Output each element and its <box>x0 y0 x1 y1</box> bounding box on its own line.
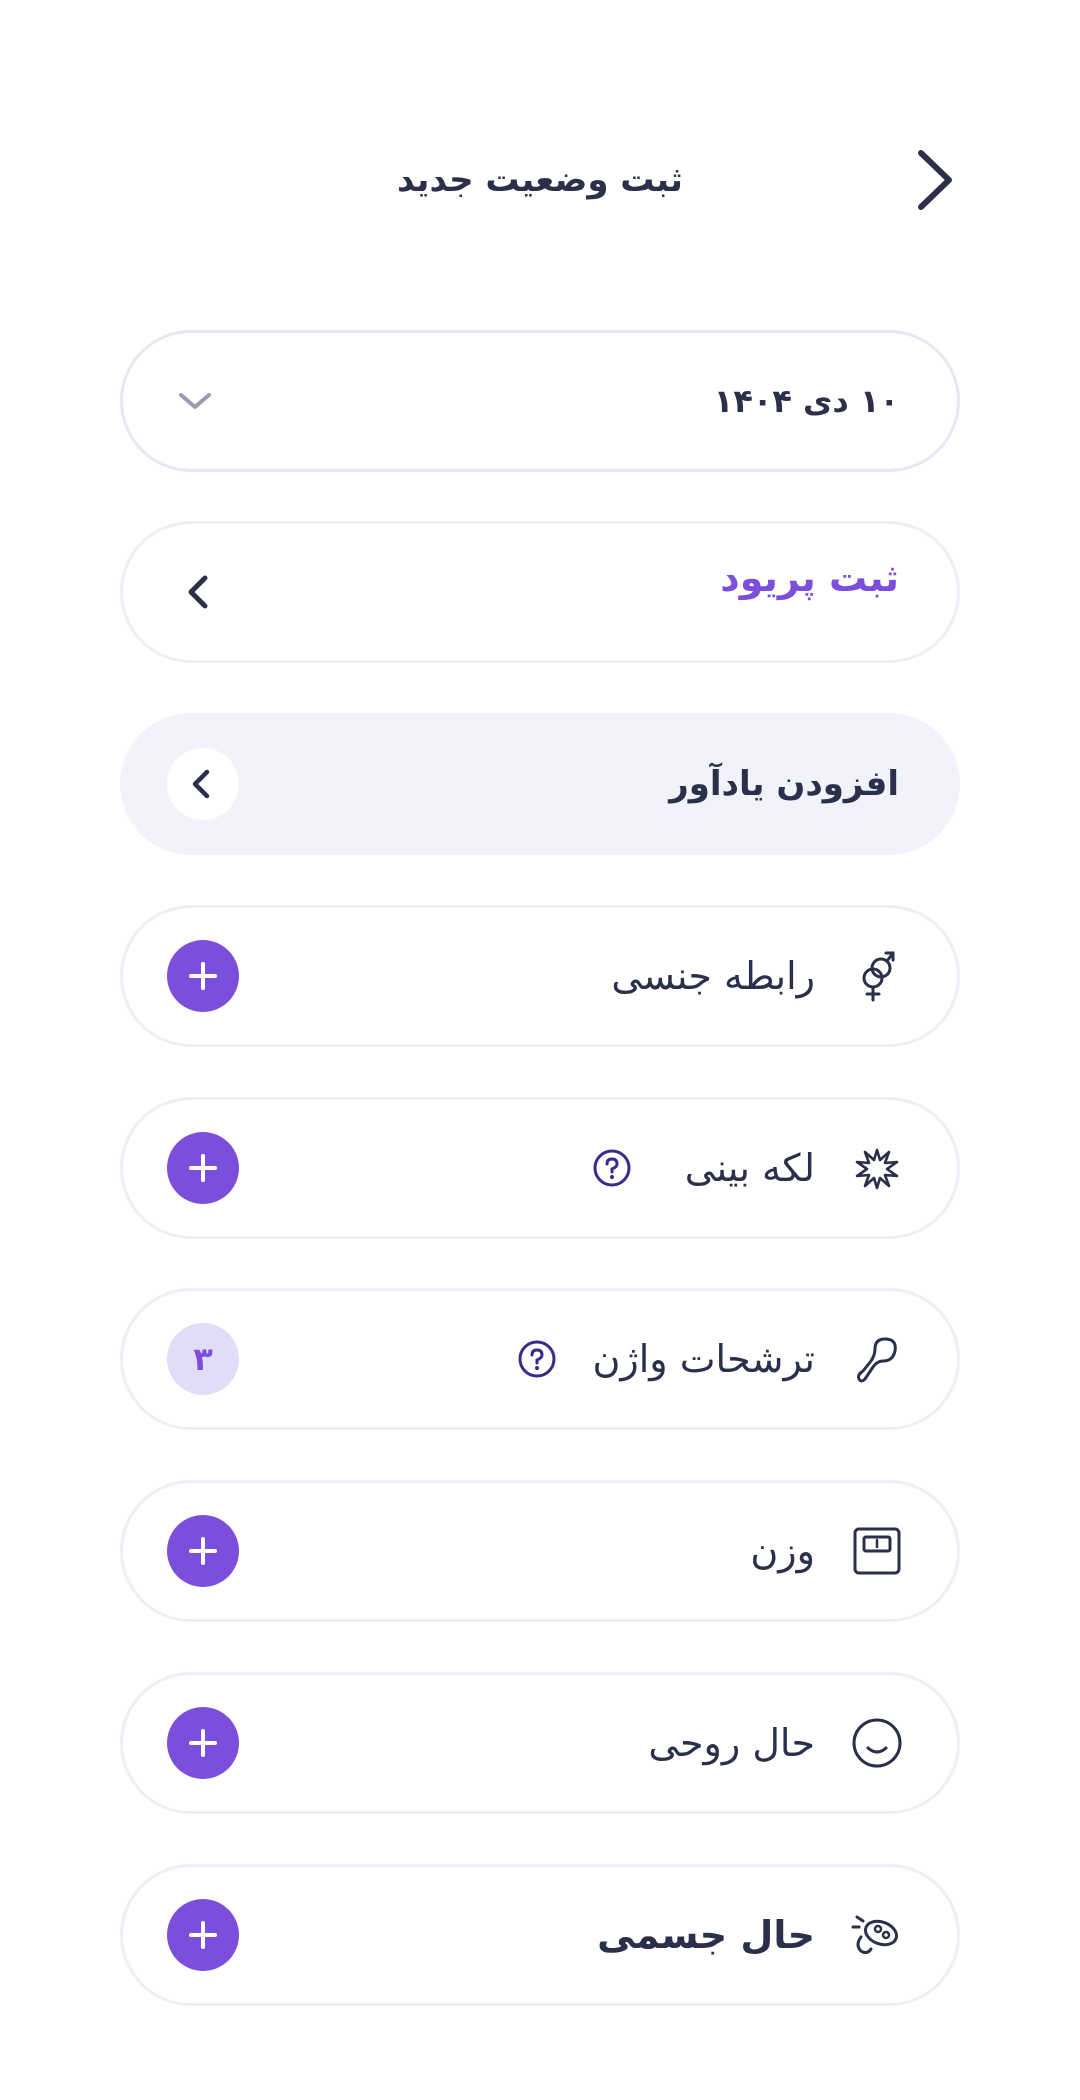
add-button[interactable] <box>167 940 239 1012</box>
splatter-icon <box>855 1148 899 1190</box>
date-select[interactable]: ۱۰ دی ۱۴۰۴ <box>120 330 960 472</box>
count-badge[interactable]: ۳ <box>167 1323 239 1395</box>
plus-icon <box>189 1537 217 1565</box>
item-row-mood[interactable]: حال روحی <box>120 1672 960 1814</box>
item-label: لکه بینی <box>684 1146 815 1190</box>
mood-icon <box>852 1718 902 1768</box>
scale-icon <box>853 1527 901 1575</box>
plus-icon <box>189 1921 217 1949</box>
discharge-icon <box>857 1337 897 1383</box>
item-row-physical[interactable]: حال جسمی <box>120 1864 960 2006</box>
item-row-discharge[interactable]: ترشحات واژن ۳ <box>120 1288 960 1430</box>
item-label: ترشحات واژن <box>592 1337 815 1381</box>
question-circle-icon[interactable] <box>517 1339 557 1379</box>
date-value: ۱۰ دی ۱۴۰۴ <box>713 382 899 420</box>
add-button[interactable] <box>167 1132 239 1204</box>
reminder-label: افزودن یادآور <box>669 764 899 804</box>
item-label: حال جسمی <box>597 1913 815 1957</box>
item-row-weight[interactable]: وزن <box>120 1480 960 1622</box>
period-row[interactable]: ثبت پریود <box>120 521 960 663</box>
app-header: ثبت وضعیت جدید <box>0 0 1080 360</box>
plus-icon <box>189 962 217 990</box>
period-label: ثبت پریود <box>720 556 899 600</box>
plus-icon <box>189 1729 217 1757</box>
add-button[interactable] <box>167 1707 239 1779</box>
chevron-left-icon <box>188 575 208 609</box>
item-label: رابطه جنسی <box>611 954 815 998</box>
body-condition-icon <box>851 1915 898 1955</box>
add-button[interactable] <box>167 1515 239 1587</box>
item-row-sex[interactable]: رابطه جنسی <box>120 905 960 1047</box>
item-label: حال روحی <box>648 1721 815 1765</box>
question-circle-icon[interactable] <box>592 1148 632 1188</box>
gender-icon <box>862 951 895 1002</box>
back-button[interactable] <box>905 143 965 217</box>
chevron-down-icon <box>179 393 211 409</box>
item-row-spotting[interactable]: لکه بینی <box>120 1097 960 1239</box>
add-button[interactable] <box>167 1899 239 1971</box>
chevron-left-icon <box>192 769 210 799</box>
item-label: وزن <box>750 1529 815 1573</box>
plus-icon <box>189 1154 217 1182</box>
chevron-right-icon <box>918 150 952 210</box>
page-title: ثبت وضعیت جدید <box>397 160 683 200</box>
reminder-arrow-button[interactable] <box>167 748 239 820</box>
add-reminder-row[interactable]: افزودن یادآور <box>120 713 960 855</box>
